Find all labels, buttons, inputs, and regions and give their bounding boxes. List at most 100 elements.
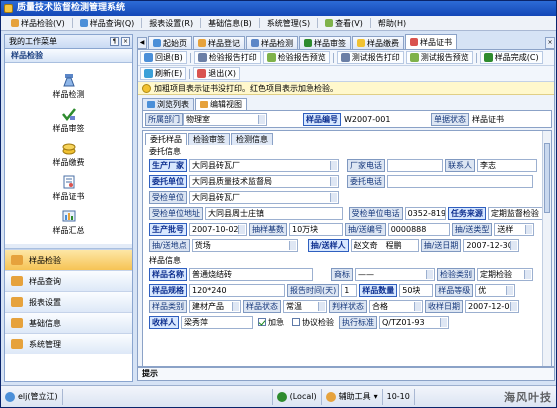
sample-name-label: 样品名称 (149, 267, 187, 281)
print-report-button[interactable]: 检验报告打印 (193, 51, 261, 64)
menu-item-sample-test[interactable]: 样品检测 (5, 73, 132, 100)
sample-no2-label: 抽/送编号 (345, 222, 386, 236)
tab-edit-view[interactable]: 编辑视图 (195, 98, 247, 110)
inspected-phone-input[interactable]: 0352-8195 (404, 206, 446, 220)
scrollbar-thumb[interactable] (544, 143, 550, 213)
contact-input[interactable]: 李志 (477, 158, 537, 172)
nav-system-admin[interactable]: 系统管理 (5, 333, 132, 354)
sample-qty-input[interactable]: 50块 (399, 283, 434, 297)
refresh-button[interactable]: 刷新(E) (140, 67, 187, 80)
task-source-label: 任务来源 (447, 206, 486, 220)
protocol-checkbox[interactable]: 协议检验 (289, 316, 337, 329)
tab-test-info[interactable]: 检测信息 (231, 133, 273, 145)
batch-input[interactable]: 2007-10-02 (189, 222, 247, 236)
sampling-date-label: 抽/送日期 (420, 238, 462, 252)
menu-view[interactable]: 查看(V) (319, 17, 369, 30)
sample-type-select[interactable]: 送样 (494, 222, 535, 236)
toolbar-row-1: 回退(B) 检验报告打印 检验报告预览 测试报告打印 测试报告预览 样品完成(C… (138, 50, 554, 66)
pin-icon[interactable]: ¶ (110, 37, 119, 46)
judge-state-select[interactable]: 合格 (369, 299, 423, 313)
menu-separator (71, 18, 73, 28)
sampling-date-input[interactable]: 2007-12-30 (463, 238, 520, 252)
preview-icon (409, 53, 419, 62)
sampling-base-input[interactable]: 10万块 (289, 222, 343, 236)
menu-system-admin[interactable]: 系统管理(S) (261, 17, 316, 30)
client-unit-input[interactable]: 大同县质量技术监督局 (189, 174, 339, 188)
menu-item-sample-certificate[interactable]: 样品证书 (5, 175, 132, 202)
manufacturer-label: 生产厂家 (149, 158, 187, 172)
menu-report-settings[interactable]: 报表设置(R) (143, 17, 199, 30)
summary-icon (61, 209, 77, 223)
coins-icon (61, 141, 77, 155)
view-tabs: 浏览列表 编辑视图 (142, 98, 247, 110)
menu-basic-info[interactable]: 基础信息(B) (202, 17, 258, 30)
inner-tabs: 委托样品 检验审签 检测信息 (145, 133, 273, 145)
receive-date-input[interactable]: 2007-12-06 (465, 299, 519, 313)
brand-label: 商标 (331, 267, 353, 281)
sample-group-title: 样品信息 (149, 256, 181, 265)
dept-select[interactable]: 物理室 (183, 112, 267, 126)
row-sample-spec: 样品规格 120*240 报告时间(天) 1 样品数量 50块 样品等级 优 (143, 282, 551, 298)
row-client-unit: 委托单位 大同县质量技术监督局 委托电话 (143, 173, 551, 189)
sample-no2-input[interactable]: 0000888 (387, 222, 450, 236)
tab-client-sample[interactable]: 委托样品 (145, 133, 187, 145)
tab-approval[interactable]: 检验审签 (188, 133, 230, 145)
report-days-input[interactable]: 1 (341, 283, 358, 297)
sample-category-select[interactable]: 建材产品 (189, 299, 241, 313)
inspected-unit-input[interactable]: 大同县砖瓦厂 (189, 190, 339, 204)
preview-test-report-button[interactable]: 测试报告预览 (405, 51, 473, 64)
sampling-place-input[interactable]: 货场 (191, 238, 298, 252)
brand-input[interactable]: —— (355, 267, 435, 281)
check-icon (258, 318, 266, 326)
exit-button[interactable]: 退出(X) (193, 67, 241, 80)
print-test-report-button[interactable]: 测试报告打印 (336, 51, 404, 64)
complete-sample-button[interactable]: 样品完成(C) (479, 51, 543, 64)
register-icon (198, 39, 206, 47)
nav-basic-info[interactable]: 基础信息 (5, 312, 132, 333)
preview-report-button[interactable]: 检验报告预览 (262, 51, 330, 64)
nav-report-settings[interactable]: 报表设置 (5, 291, 132, 312)
client-phone-input[interactable] (387, 174, 533, 188)
menu-item-sample-fee[interactable]: 样品缴费 (5, 141, 132, 168)
watermark: 海风叶技 (504, 391, 552, 404)
tab-sample-fee[interactable]: 样品缴费 (352, 36, 404, 49)
state-value: 样品证书 (469, 112, 529, 126)
factory-phone-input[interactable] (387, 158, 443, 172)
sample-name-input[interactable]: 普通烧结砖 (189, 267, 313, 281)
urgent-checkbox[interactable]: 加急 (255, 316, 287, 329)
sample-spec-input[interactable]: 120*240 (189, 283, 285, 297)
menu-sample-query[interactable]: 样品查询(Q) (74, 17, 141, 30)
back-button[interactable]: 回退(B) (140, 51, 187, 64)
inspected-address-input[interactable]: 大同县周士庄镇 (205, 206, 343, 220)
menu-item-sample-approve[interactable]: 样品审签 (5, 107, 132, 134)
app-window: 质量技术监督检测管理系统 样品检验(V) 样品查询(Q) 报表设置(R) 基础信… (0, 0, 557, 408)
receiver-input[interactable]: 梁秀萍 (181, 315, 253, 329)
sample-grade-select[interactable]: 优 (475, 283, 516, 297)
manufacturer-input[interactable]: 大同县砖瓦厂 (189, 158, 339, 172)
close-icon[interactable]: × (121, 37, 130, 46)
tab-close-icon[interactable]: × (545, 37, 555, 49)
tab-sample-approve[interactable]: 样品审签 (299, 36, 351, 49)
sampler-input[interactable]: 赵文奇 程鹏 (350, 238, 419, 252)
tab-sample-test[interactable]: 样品检测 (246, 36, 298, 49)
check-type-select[interactable]: 定期检验 (477, 267, 533, 281)
tab-sample-register[interactable]: 样品登记 (193, 36, 245, 49)
form-scrollbar[interactable] (542, 131, 551, 366)
standard-select[interactable]: Q/TZ01-93 (379, 315, 449, 329)
toolbar-separator (332, 52, 334, 63)
menu-separator (317, 18, 319, 28)
splitter-grip[interactable] (5, 244, 132, 248)
tab-sample-certificate[interactable]: 样品证书 (405, 34, 457, 49)
sample-state-select[interactable]: 常温 (283, 299, 327, 313)
tab-home[interactable]: 起始页 (148, 36, 192, 49)
nav-sample-check[interactable]: 样品检验 (5, 249, 132, 270)
receiver-label: 收样人 (149, 315, 179, 329)
menu-item-sample-summary[interactable]: 样品汇总 (5, 209, 132, 236)
menu-sample-check[interactable]: 样品检验(V) (5, 17, 71, 30)
nav-sample-query[interactable]: 样品查询 (5, 270, 132, 291)
tools-menu[interactable]: 辅助工具 ▾ (322, 388, 383, 405)
tab-scroll-left-icon[interactable]: ◀ (137, 37, 147, 49)
tab-browse-list[interactable]: 浏览列表 (142, 98, 194, 110)
printer-icon (340, 53, 350, 62)
menu-help[interactable]: 帮助(H) (372, 17, 412, 30)
